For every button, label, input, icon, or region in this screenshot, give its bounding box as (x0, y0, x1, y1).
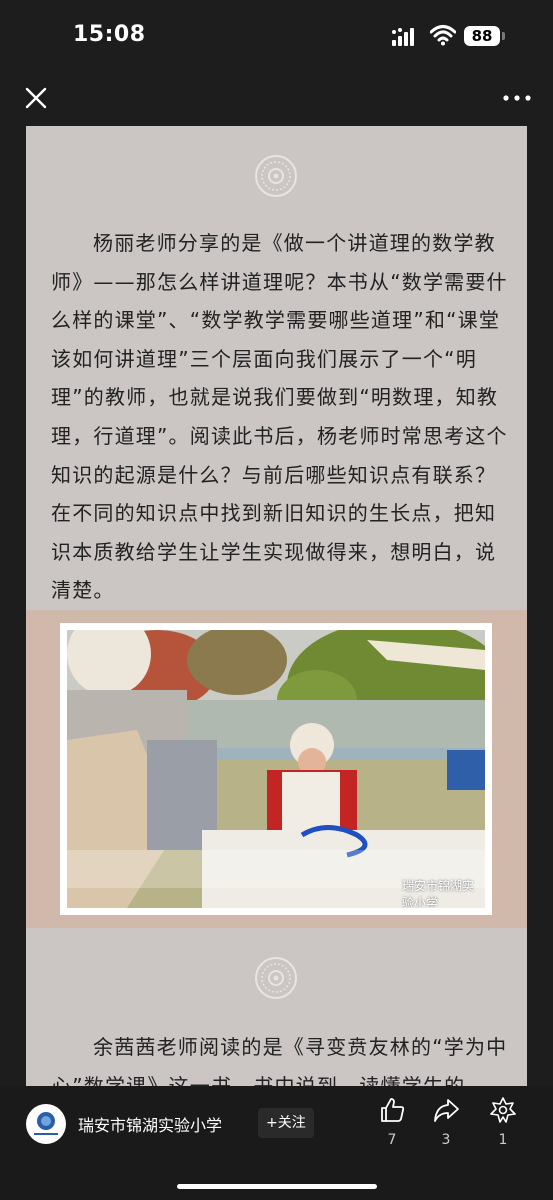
status-time: 15:08 (73, 22, 146, 47)
photo-watermark: 瑞安市锦湖实验小学 (402, 879, 475, 908)
status-bar: 15:08 88 (0, 0, 553, 70)
account-name[interactable]: 瑞安市锦湖实验小学 (78, 1112, 222, 1136)
battery-tip (502, 32, 505, 40)
school-logo-icon (34, 1112, 58, 1135)
bottom-action-bar: 瑞安市锦湖实验小学 +关注 7 3 1 (0, 1086, 553, 1200)
top-nav-bar (0, 70, 553, 126)
article-content: 杨丽老师分享的是《做一个讲道理的数学教师》——那怎么样讲道理呢？本书从“数学需要… (26, 126, 527, 1086)
battery-level: 88 (464, 26, 500, 46)
share-count: 3 (441, 1132, 451, 1148)
circular-ornament-icon (255, 957, 297, 999)
circular-ornament-icon (255, 155, 297, 197)
article-paragraph: 杨丽老师分享的是《做一个讲道理的数学教师》——那怎么样讲道理呢？本书从“数学需要… (51, 231, 508, 603)
like-button[interactable]: 7 (374, 1096, 410, 1148)
article-photo[interactable]: 瑞安市锦湖实验小学 (67, 630, 485, 908)
like-count: 7 (387, 1132, 397, 1148)
recommend-icon (490, 1097, 516, 1123)
photo-frame: 瑞安市锦湖实验小学 (26, 610, 527, 928)
wifi-icon (430, 25, 456, 46)
share-button[interactable]: 3 (428, 1096, 464, 1148)
article-paragraph: 余茜茜老师阅读的是《寻变贲友林的“学为中心”数学课》这一书，书中说到，读懂学生的 (51, 1035, 508, 1086)
home-indicator (177, 1184, 377, 1189)
cellular-signal-icon (392, 28, 414, 46)
close-icon[interactable] (22, 84, 50, 112)
photo-scene (67, 630, 485, 908)
thumbs-up-icon (381, 1098, 405, 1122)
share-icon (434, 1099, 459, 1122)
recommend-count: 1 (498, 1132, 508, 1148)
recommend-button[interactable]: 1 (485, 1096, 521, 1148)
more-icon[interactable] (500, 84, 534, 112)
avatar[interactable] (26, 1104, 66, 1144)
follow-button[interactable]: +关注 (258, 1108, 314, 1138)
